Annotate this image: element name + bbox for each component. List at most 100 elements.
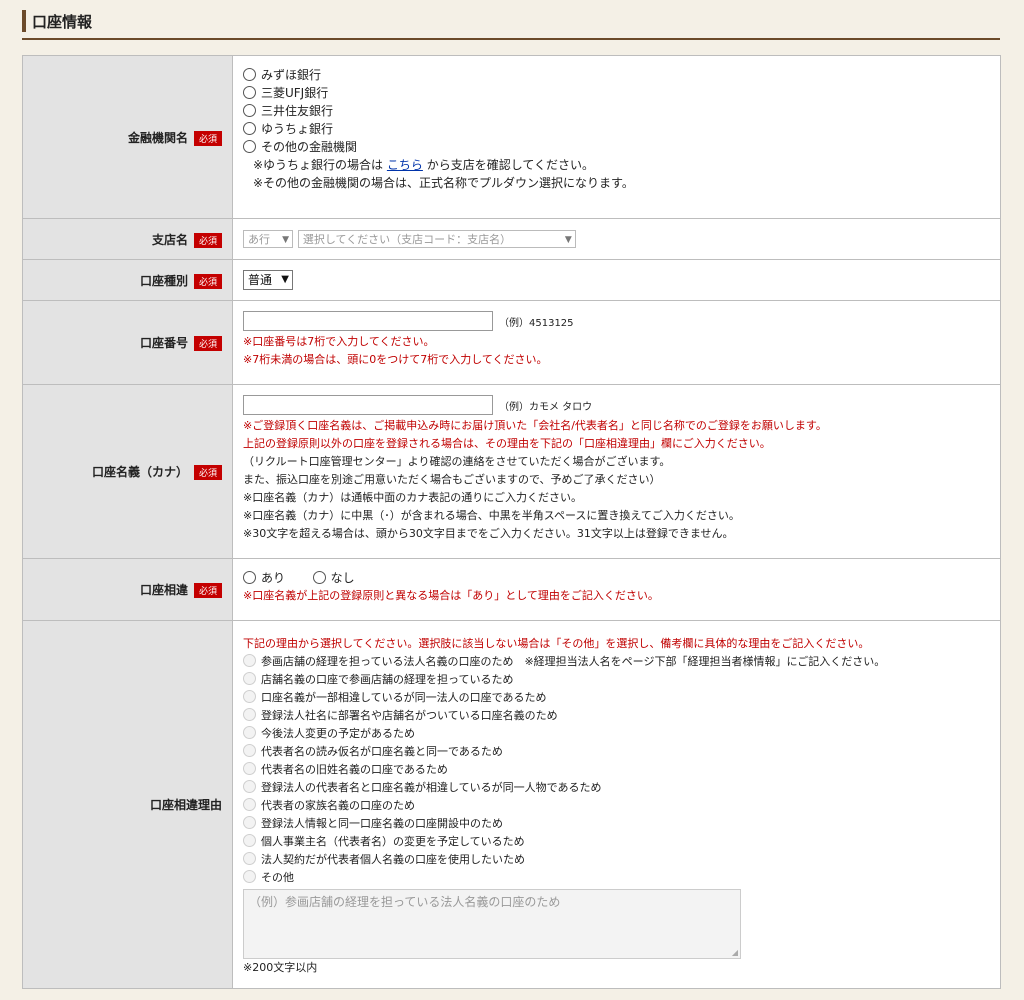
- diff-reason-textarea[interactable]: （例）参画店舗の経理を担っている法人名義の口座のため ◢: [243, 889, 741, 959]
- radio-icon[interactable]: [243, 708, 256, 721]
- radio-icon[interactable]: [243, 140, 256, 153]
- diff-reason-option[interactable]: 登録法人の代表者名と口座名義が相違しているが同一人物であるため: [243, 779, 990, 797]
- account-name-row: 口座名義（カナ） 必須 （例）カモメ タロウ ※ご登録頂く口座名義は、ご掲載申込み…: [22, 384, 1001, 559]
- diff-reason-option[interactable]: 店舗名義の口座で参画店舗の経理を担っているため: [243, 671, 990, 689]
- radio-icon[interactable]: [243, 834, 256, 847]
- diff-reason-option[interactable]: 代表者名の旧姓名義の口座であるため: [243, 761, 990, 779]
- diff-reason-option[interactable]: 登録法人社名に部署名や店舗名がついている口座名義のため: [243, 707, 990, 725]
- account-name-label: 口座名義（カナ）: [91, 465, 188, 479]
- account-name-note: （リクルート口座管理センター」より確認の連絡をさせていただく場合がございます。: [243, 455, 671, 468]
- diff-reason-option[interactable]: 参画店舗の経理を担っている法人名義の口座のため ※経理担当法人名をページ下部「経…: [243, 653, 990, 671]
- diff-reason-option[interactable]: 登録法人情報と同一口座名義の口座開設中のため: [243, 815, 990, 833]
- yucho-branch-link[interactable]: こちら: [387, 158, 423, 172]
- bank-option[interactable]: みずほ銀行: [243, 66, 990, 84]
- radio-icon[interactable]: [243, 852, 256, 865]
- bank-row: 金融機関名 必須 みずほ銀行 三菱UFJ銀行 三井住友銀行 ゆうちょ銀行 その他の…: [22, 55, 1001, 219]
- radio-icon[interactable]: [243, 816, 256, 829]
- radio-icon[interactable]: [243, 104, 256, 117]
- diff-reason-option[interactable]: 代表者の家族名義の口座のため: [243, 797, 990, 815]
- radio-icon[interactable]: [243, 690, 256, 703]
- account-name-field-cell: （例）カモメ タロウ ※ご登録頂く口座名義は、ご掲載申込み時にお届け頂いた「会社…: [232, 384, 1001, 559]
- account-diff-note: ※口座名義が上記の登録原則と異なる場合は「あり」として理由をご記入ください。: [243, 589, 659, 602]
- account-diff-no[interactable]: なし: [312, 571, 355, 585]
- diff-reason-option[interactable]: 今後法人変更の予定があるため: [243, 725, 990, 743]
- account-name-note-red: 上記の登録原則以外の口座を登録される場合は、その理由を下記の「口座相違理由」欄に…: [243, 437, 771, 450]
- required-badge: 必須: [193, 336, 222, 351]
- account-name-input[interactable]: [243, 395, 493, 415]
- bank-note-yucho: ※ゆうちょ銀行の場合は こちら から支店を確認してください。: [253, 158, 595, 172]
- account-diff-row: 口座相違 必須 あり なし ※口座名義が上記の登録原則と異なる場合は「あり」として…: [22, 558, 1001, 621]
- account-form-table: 金融機関名 必須 みずほ銀行 三菱UFJ銀行 三井住友銀行 ゆうちょ銀行 その他の…: [22, 55, 1001, 989]
- radio-icon[interactable]: [243, 571, 256, 584]
- radio-icon[interactable]: [243, 86, 256, 99]
- account-name-note: ※口座名義（カナ）は通帳中面のカナ表記の通りにご入力ください。: [243, 491, 582, 504]
- account-diff-yes[interactable]: あり: [243, 571, 285, 585]
- account-number-label-cell: 口座番号 必須: [22, 300, 233, 385]
- radio-icon[interactable]: [243, 798, 256, 811]
- account-type-label: 口座種別: [139, 273, 188, 288]
- branch-row: 支店名 必須 あ行 ▼ 選択してください（支店コード：支店名） ▼: [22, 218, 1001, 260]
- account-name-note: ※口座名義（カナ）に中黒（･）が含まれる場合、中黒を半角スペースに置き換えてご入…: [243, 509, 740, 522]
- bank-option[interactable]: 三井住友銀行: [243, 102, 990, 120]
- diff-reason-limit-note: ※200文字以内: [243, 961, 318, 974]
- required-badge: 必須: [193, 273, 222, 289]
- account-type-row: 口座種別 必須 普通 ▼: [22, 259, 1001, 301]
- diff-reason-label-cell: 口座相違理由: [22, 620, 233, 989]
- account-type-label-cell: 口座種別 必須: [22, 259, 233, 301]
- radio-icon[interactable]: [243, 672, 256, 685]
- diff-reason-field-cell: 下記の理由から選択してください。選択肢に該当しない場合は「その他」を選択し、備考…: [232, 620, 1001, 989]
- bank-option[interactable]: ゆうちょ銀行: [243, 120, 990, 138]
- branch-field-cell: あ行 ▼ 選択してください（支店コード：支店名） ▼: [232, 218, 1001, 260]
- radio-icon[interactable]: [243, 122, 256, 135]
- radio-icon[interactable]: [243, 780, 256, 793]
- account-number-note: ※口座番号は7桁で入力してください。: [243, 335, 435, 348]
- account-name-label-cell: 口座名義（カナ） 必須: [22, 384, 233, 559]
- diff-reason-option[interactable]: 個人事業主名（代表者名）の変更を予定しているため: [243, 833, 990, 851]
- required-badge: 必須: [193, 130, 222, 146]
- account-name-example: （例）カモメ タロウ: [499, 401, 593, 413]
- resize-grip-icon[interactable]: ◢: [732, 948, 738, 957]
- bank-note-other: ※その他の金融機関の場合は、正式名称でプルダウン選択になります。: [253, 176, 634, 190]
- branch-kana-select[interactable]: あ行 ▼: [243, 230, 293, 248]
- branch-label: 支店名: [151, 232, 188, 247]
- bank-option[interactable]: 三菱UFJ銀行: [243, 84, 990, 102]
- bank-field-cell: みずほ銀行 三菱UFJ銀行 三井住友銀行 ゆうちょ銀行 その他の金融機関 ※ゆう…: [232, 55, 1001, 219]
- radio-icon[interactable]: [243, 762, 256, 775]
- bank-label: 金融機関名: [127, 130, 188, 145]
- section-header: 口座情報: [22, 10, 1000, 40]
- account-diff-field-cell: あり なし ※口座名義が上記の登録原則と異なる場合は「あり」として理由をご記入く…: [232, 558, 1001, 621]
- chevron-down-icon: ▼: [281, 274, 289, 285]
- account-number-note: ※7桁未満の場合は、頭に0をつけて7桁で入力してください。: [243, 353, 548, 366]
- bank-label-cell: 金融機関名 必須: [22, 55, 233, 219]
- account-number-label: 口座番号: [139, 336, 188, 350]
- radio-icon[interactable]: [243, 654, 256, 667]
- chevron-down-icon: ▼: [282, 235, 289, 245]
- account-type-field-cell: 普通 ▼: [232, 259, 1001, 301]
- account-diff-label: 口座相違: [139, 583, 188, 597]
- diff-reason-instruction: 下記の理由から選択してください。選択肢に該当しない場合は「その他」を選択し、備考…: [243, 637, 870, 650]
- section-header-bar: [22, 10, 26, 32]
- diff-reason-label: 口座相違理由: [149, 798, 222, 812]
- diff-reason-row: 口座相違理由 下記の理由から選択してください。選択肢に該当しない場合は「その他」…: [22, 620, 1001, 989]
- diff-reason-option[interactable]: 口座名義が一部相違しているが同一法人の口座であるため: [243, 689, 990, 707]
- account-name-note: また、振込口座を別途ご用意いただく場合もございますので、予めご了承ください）: [243, 473, 661, 486]
- account-type-select[interactable]: 普通 ▼: [243, 270, 293, 290]
- diff-reason-option[interactable]: 法人契約だが代表者個人名義の口座を使用したいため: [243, 851, 990, 869]
- branch-select[interactable]: 選択してください（支店コード：支店名） ▼: [297, 230, 576, 248]
- radio-icon[interactable]: [312, 571, 326, 584]
- account-name-note: ※30文字を超える場合は、頭から30文字目までをご入力ください。31文字以上は登…: [243, 527, 734, 540]
- bank-option[interactable]: その他の金融機関: [243, 138, 990, 156]
- radio-icon[interactable]: [243, 68, 256, 81]
- diff-reason-option[interactable]: その他: [243, 869, 990, 887]
- account-number-field-cell: （例）4513125 ※口座番号は7桁で入力してください。 ※7桁未満の場合は、…: [232, 300, 1001, 385]
- radio-icon[interactable]: [243, 726, 256, 739]
- account-name-note-red: ※ご登録頂く口座名義は、ご掲載申込み時にお届け頂いた「会社名/代表者名」と同じ名…: [243, 419, 827, 432]
- account-number-example: （例）4513125: [499, 317, 574, 329]
- radio-icon[interactable]: [243, 744, 256, 757]
- chevron-down-icon: ▼: [564, 235, 572, 245]
- branch-label-cell: 支店名 必須: [22, 218, 233, 260]
- diff-reason-option[interactable]: 代表者名の読み仮名が口座名義と同一であるため: [243, 743, 990, 761]
- required-badge: 必須: [193, 465, 222, 480]
- account-number-input[interactable]: [243, 311, 493, 331]
- radio-icon[interactable]: [243, 870, 256, 883]
